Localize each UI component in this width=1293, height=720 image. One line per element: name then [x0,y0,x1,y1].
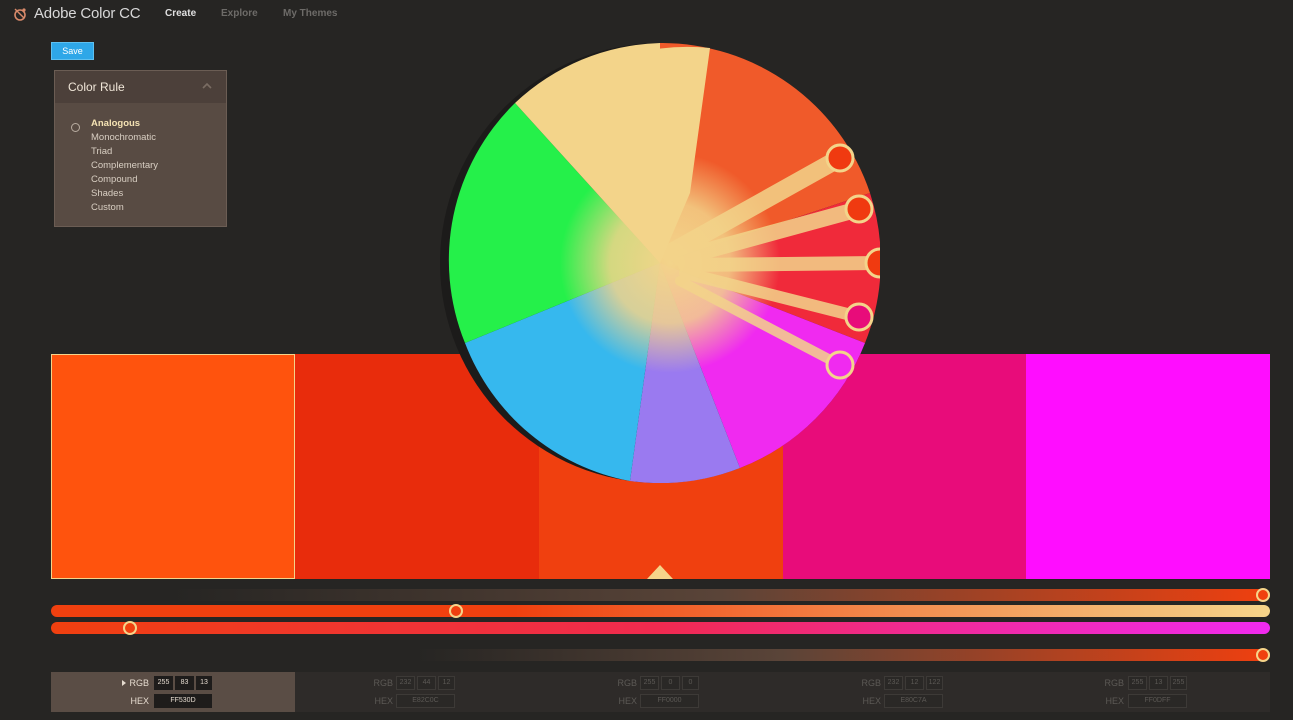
wheel-handle-1[interactable] [825,143,855,173]
rgb-b-field[interactable]: 12 [438,676,455,690]
rule-option-complementary[interactable]: Complementary [91,160,158,171]
swatch-1[interactable] [51,354,295,579]
swatch-3-values: RGB 255 0 0 HEX FF0000 [539,672,783,712]
rgb-b-field[interactable]: 0 [682,676,699,690]
wheel-handle-5[interactable] [825,350,855,380]
rgb-r-field[interactable]: 255 [154,676,173,690]
app-title: Adobe Color CC [34,5,141,22]
saturation-slider[interactable] [51,604,1270,618]
color-rule-panel: Color Rule Analogous Monochromatic Triad… [54,70,227,227]
rule-option-shades[interactable]: Shades [91,188,123,199]
swatch-5-values: RGB 255 13 255 HEX FF0DFF [1026,672,1270,712]
rgb-g-field[interactable]: 12 [905,676,924,690]
rule-radio-icon[interactable] [71,123,80,132]
secondary-slider[interactable] [51,648,1270,662]
rgb-label: RGB [1104,678,1124,688]
swatch-4-values: RGB 232 12 122 HEX E80C7A [783,672,1026,712]
brightness-slider-thumb[interactable] [1256,588,1270,602]
rgb-g-field[interactable]: 44 [417,676,436,690]
nav-create[interactable]: Create [165,8,196,19]
rgb-b-field[interactable]: 255 [1170,676,1187,690]
rule-option-monochromatic[interactable]: Monochromatic [91,132,156,143]
hex-label: HEX [862,696,881,706]
base-color-marker-icon [647,565,673,579]
color-rule-title: Color Rule [68,80,125,94]
collapse-icon[interactable] [202,82,212,90]
rgb-b-field[interactable]: 13 [196,676,212,690]
hex-label: HEX [618,696,637,706]
brightness-slider[interactable] [51,588,1270,602]
swatch-1-values: RGB 255 83 13 HEX FF530D [51,672,295,712]
secondary-slider-thumb[interactable] [1256,648,1270,662]
rgb-label: RGB [373,678,393,688]
rule-option-custom[interactable]: Custom [91,202,124,213]
wheel-handle-2[interactable] [844,194,874,224]
hex-field[interactable]: FF0000 [640,694,699,708]
hex-field[interactable]: FF0DFF [1128,694,1187,708]
rgb-r-field[interactable]: 232 [396,676,415,690]
rgb-label: RGB [861,678,881,688]
hex-field[interactable]: E82C0C [396,694,455,708]
wheel-handle-3[interactable] [864,247,880,279]
hex-label: HEX [130,696,149,706]
swatch-2-values: RGB 232 44 12 HEX E82C0C [295,672,539,712]
hue-slider[interactable] [51,621,1270,635]
rgb-label: RGB [129,678,149,688]
wheel-handle-4[interactable] [844,302,874,332]
rgb-g-field[interactable]: 0 [661,676,680,690]
hue-slider-thumb[interactable] [123,621,137,635]
rgb-r-field[interactable]: 232 [884,676,903,690]
swatch-5[interactable] [1026,354,1270,579]
adobe-color-logo-icon [14,8,26,21]
top-bar: Adobe Color CC Create Explore My Themes [0,0,1293,30]
rgb-g-field[interactable]: 13 [1149,676,1168,690]
rgb-b-field[interactable]: 122 [926,676,943,690]
rule-option-triad[interactable]: Triad [91,146,112,157]
rgb-label: RGB [617,678,637,688]
rule-option-compound[interactable]: Compound [91,174,137,185]
nav-my-themes[interactable]: My Themes [283,8,337,19]
hex-field[interactable]: FF530D [154,694,212,708]
rule-option-analogous[interactable]: Analogous [91,118,140,129]
color-rule-header: Color Rule [55,71,226,103]
hex-label: HEX [374,696,393,706]
color-wheel[interactable] [440,43,880,483]
hex-field[interactable]: E80C7A [884,694,943,708]
rgb-r-field[interactable]: 255 [640,676,659,690]
saturation-slider-thumb[interactable] [449,604,463,618]
save-button[interactable]: Save [51,42,94,60]
nav-explore[interactable]: Explore [221,8,258,19]
rgb-r-field[interactable]: 255 [1128,676,1147,690]
rgb-g-field[interactable]: 83 [175,676,194,690]
hex-label: HEX [1105,696,1124,706]
